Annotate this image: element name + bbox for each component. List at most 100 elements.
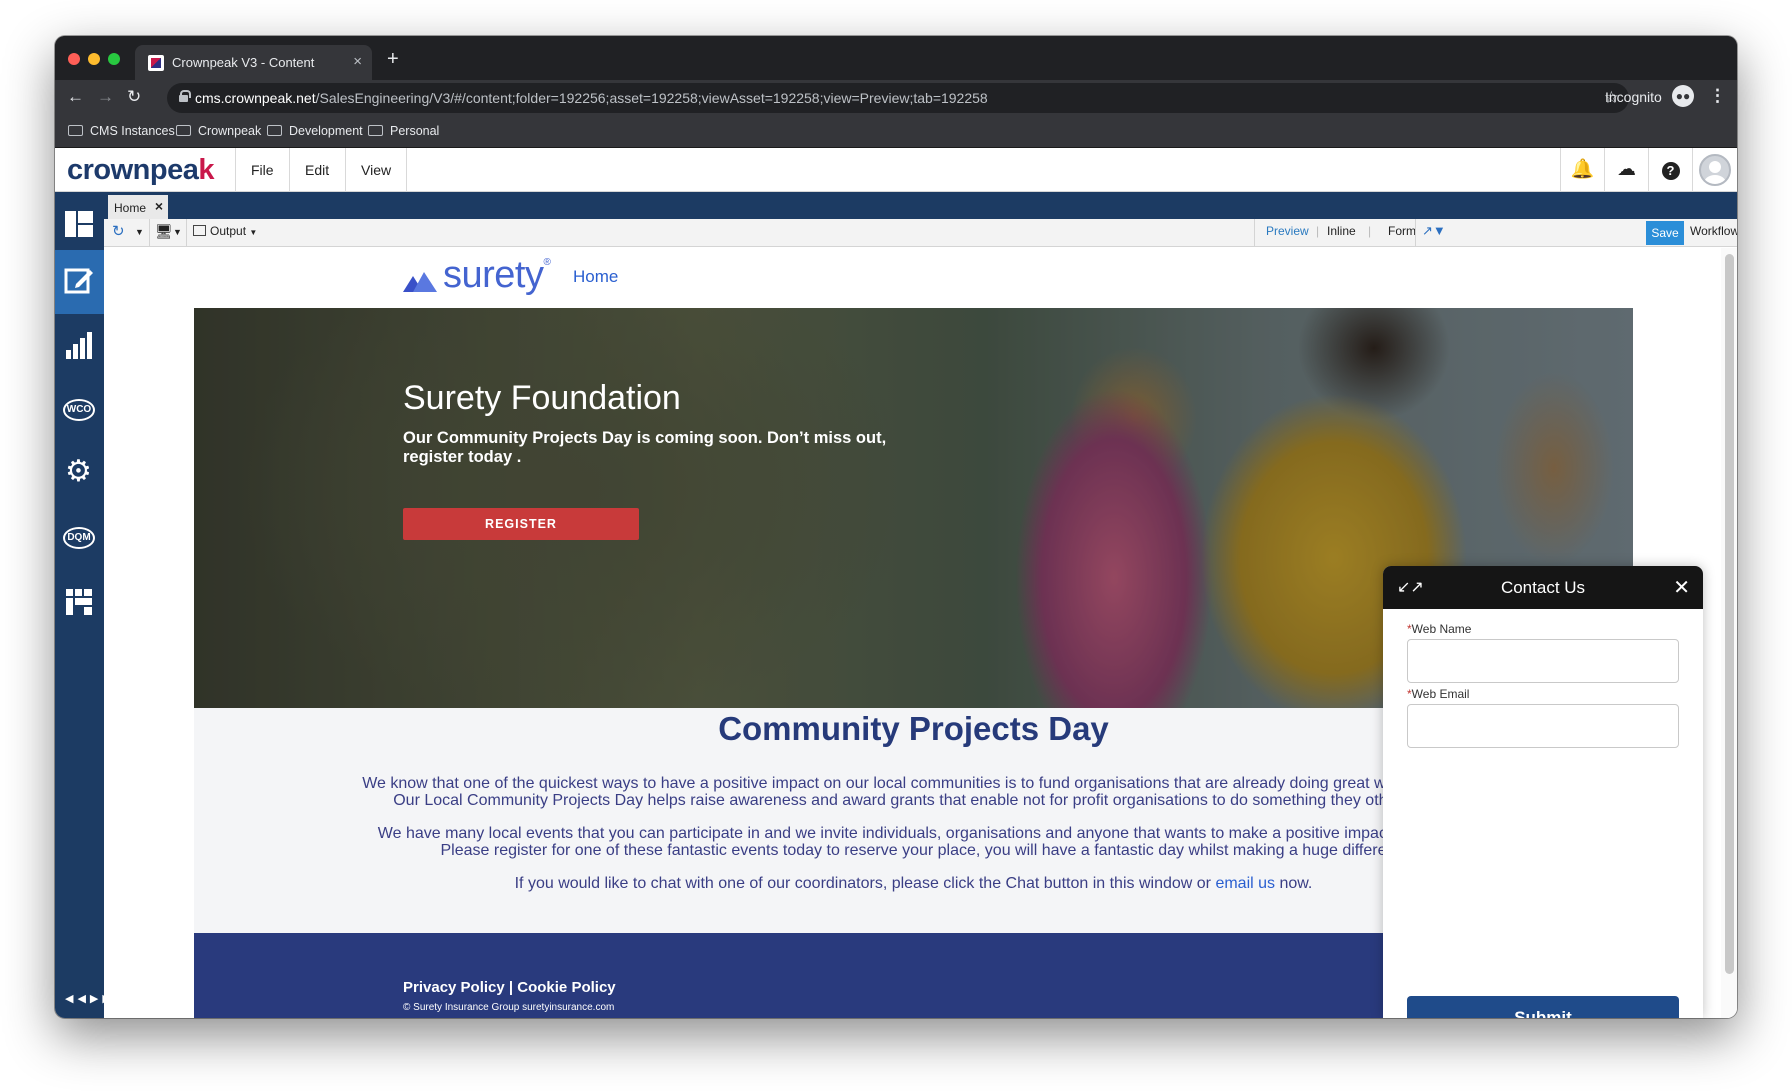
view-preview-tab[interactable]: Preview bbox=[1266, 224, 1309, 238]
view-divider: | bbox=[1368, 224, 1372, 238]
forward-arrow-icon[interactable]: → bbox=[97, 87, 114, 107]
crownpeak-logo[interactable]: crownpeak bbox=[67, 154, 215, 187]
toolbar-divider bbox=[186, 219, 187, 247]
dqm-icon: DQM bbox=[63, 527, 95, 549]
bookmark-label: CMS Instances bbox=[90, 124, 175, 138]
device-icon[interactable]: 🖥 bbox=[155, 223, 173, 240]
menu-edit[interactable]: Edit bbox=[289, 148, 344, 192]
incognito-icon[interactable]: ●● bbox=[1672, 85, 1694, 107]
refresh-dropdown-icon[interactable]: ▼ bbox=[135, 227, 144, 237]
hero-title: Surety Foundation bbox=[403, 379, 681, 417]
web-email-field[interactable] bbox=[1407, 704, 1679, 748]
folder-icon bbox=[267, 125, 282, 136]
url-path: /SalesEngineering/V3/#/content;folder=19… bbox=[315, 90, 988, 106]
label-text: Web Name bbox=[1411, 622, 1472, 636]
kebab-menu-icon[interactable]: ⋮ bbox=[1709, 86, 1726, 106]
rail-analytics[interactable] bbox=[55, 314, 104, 378]
layout-icon bbox=[193, 225, 206, 236]
bookmark-cms-instances[interactable]: CMS Instances bbox=[68, 124, 175, 138]
preview-toolbar: ↻ ▼ 🖥 ▼ Output ▼ Preview | Inline | Form… bbox=[104, 219, 1737, 247]
rail-apps[interactable] bbox=[55, 570, 104, 634]
back-arrow-icon[interactable]: ← bbox=[67, 87, 84, 107]
asset-tabs-bar: Home × bbox=[104, 192, 1737, 219]
submit-button[interactable]: Submit bbox=[1407, 996, 1679, 1018]
user-avatar-button[interactable] bbox=[1692, 148, 1737, 192]
app-header: crownpeak File Edit View 🔔 ☁ ? bbox=[55, 148, 1737, 192]
crownpeak-favicon-icon bbox=[148, 55, 164, 71]
browser-toolbar: ← → ↻ cms.crownpeak.net/SalesEngineering… bbox=[55, 80, 1737, 116]
close-window-button[interactable] bbox=[68, 53, 80, 65]
toolbar-divider bbox=[149, 219, 150, 247]
close-icon[interactable]: ✕ bbox=[1673, 575, 1690, 600]
bookmark-crownpeak[interactable]: Crownpeak bbox=[176, 124, 261, 138]
register-button[interactable]: REGISTER bbox=[403, 508, 639, 540]
address-bar[interactable]: cms.crownpeak.net/SalesEngineering/V3/#/… bbox=[167, 83, 1629, 113]
close-icon[interactable]: × bbox=[155, 198, 163, 214]
rail-wco[interactable]: WCO bbox=[55, 378, 104, 442]
bookmark-label: Development bbox=[289, 124, 363, 138]
label-text: Web Email bbox=[1411, 687, 1470, 701]
bell-icon[interactable]: 🔔 bbox=[1560, 148, 1604, 192]
zoom-window-button[interactable] bbox=[108, 53, 120, 65]
contact-title: Contact Us bbox=[1500, 578, 1586, 597]
new-tab-button[interactable]: + bbox=[387, 48, 399, 71]
tab-title: Crownpeak V3 - Content bbox=[172, 55, 315, 70]
output-selector[interactable]: Output ▼ bbox=[193, 224, 257, 238]
scrollbar[interactable] bbox=[1721, 248, 1737, 1018]
hero-text: Our Community Projects Day is coming soo… bbox=[403, 429, 887, 466]
browser-tab[interactable]: Crownpeak V3 - Content × bbox=[135, 45, 372, 80]
tab-home-label: Home bbox=[114, 201, 147, 215]
rail-settings[interactable]: ⚙ bbox=[55, 442, 104, 506]
url-text: cms.crownpeak.net/SalesEngineering/V3/#/… bbox=[195, 90, 988, 106]
help-icon[interactable]: ? bbox=[1648, 148, 1692, 192]
footer-links[interactable]: Privacy Policy | Cookie Policy bbox=[403, 979, 616, 996]
rail-dashboard[interactable] bbox=[55, 192, 104, 256]
folder-icon bbox=[176, 125, 191, 136]
device-dropdown-icon[interactable]: ▼ bbox=[173, 227, 182, 237]
folder-icon bbox=[68, 125, 83, 136]
menu-file[interactable]: File bbox=[235, 148, 289, 192]
logo-main: crownpea bbox=[67, 154, 199, 186]
site-nav-home[interactable]: Home bbox=[573, 267, 618, 287]
cloud-upload-icon[interactable]: ☁ bbox=[1604, 148, 1648, 192]
chevron-down-icon: ▼ bbox=[249, 228, 258, 237]
folder-icon bbox=[368, 125, 383, 136]
save-button[interactable]: Save bbox=[1646, 221, 1684, 245]
incognito-label: Incognito bbox=[1605, 89, 1662, 105]
scrollbar-thumb[interactable] bbox=[1725, 254, 1734, 974]
rail-dqm[interactable]: DQM bbox=[55, 506, 104, 570]
mountain-logo-icon bbox=[403, 272, 437, 292]
menu-view[interactable]: View bbox=[345, 148, 408, 192]
paragraph-text: If you would like to chat with one of ou… bbox=[514, 875, 1216, 892]
bookmark-personal[interactable]: Personal bbox=[368, 124, 439, 138]
bookmark-development[interactable]: Development bbox=[267, 124, 363, 138]
email-us-link[interactable]: email us bbox=[1215, 875, 1275, 892]
tab-home[interactable]: Home × bbox=[108, 195, 168, 219]
refresh-icon[interactable]: ↻ bbox=[112, 222, 125, 240]
view-inline-tab[interactable]: Inline bbox=[1327, 224, 1356, 238]
rail-content[interactable] bbox=[55, 250, 104, 314]
contact-header: ↙↗ Contact Us ✕ bbox=[1383, 566, 1703, 609]
tab-close-icon[interactable]: × bbox=[353, 53, 362, 70]
reload-icon[interactable]: ↻ bbox=[127, 87, 141, 107]
output-label: Output bbox=[210, 224, 247, 238]
web-name-label: *Web Name bbox=[1407, 622, 1471, 636]
bookmark-label: Personal bbox=[390, 124, 440, 138]
workflow-label: Workflow bbox=[1690, 224, 1737, 238]
edit-icon bbox=[64, 268, 93, 294]
analytics-icon bbox=[66, 332, 92, 359]
external-link-icon[interactable]: ↗▼ bbox=[1422, 223, 1446, 239]
site-header: surety® Home bbox=[194, 248, 1633, 308]
view-form-tab[interactable]: Form bbox=[1388, 224, 1416, 238]
surety-logo-text: surety® bbox=[443, 254, 551, 297]
apps-icon bbox=[66, 589, 92, 615]
side-rail: WCO ⚙ DQM ◀◀▶▶ bbox=[55, 192, 111, 1018]
browser-window: Crownpeak V3 - Content × + ← → ↻ cms.cro… bbox=[55, 36, 1737, 1018]
cms-app: crownpeak File Edit View 🔔 ☁ ? WCO ⚙ DQM… bbox=[55, 148, 1737, 1018]
minimize-window-button[interactable] bbox=[88, 53, 100, 65]
workflow-dropdown[interactable]: Workflow ▼ bbox=[1690, 224, 1737, 238]
tab-strip: Crownpeak V3 - Content × + bbox=[55, 36, 1737, 80]
logo-accent: k bbox=[198, 154, 215, 186]
web-name-field[interactable] bbox=[1407, 639, 1679, 683]
logo-mark: ® bbox=[543, 257, 551, 268]
